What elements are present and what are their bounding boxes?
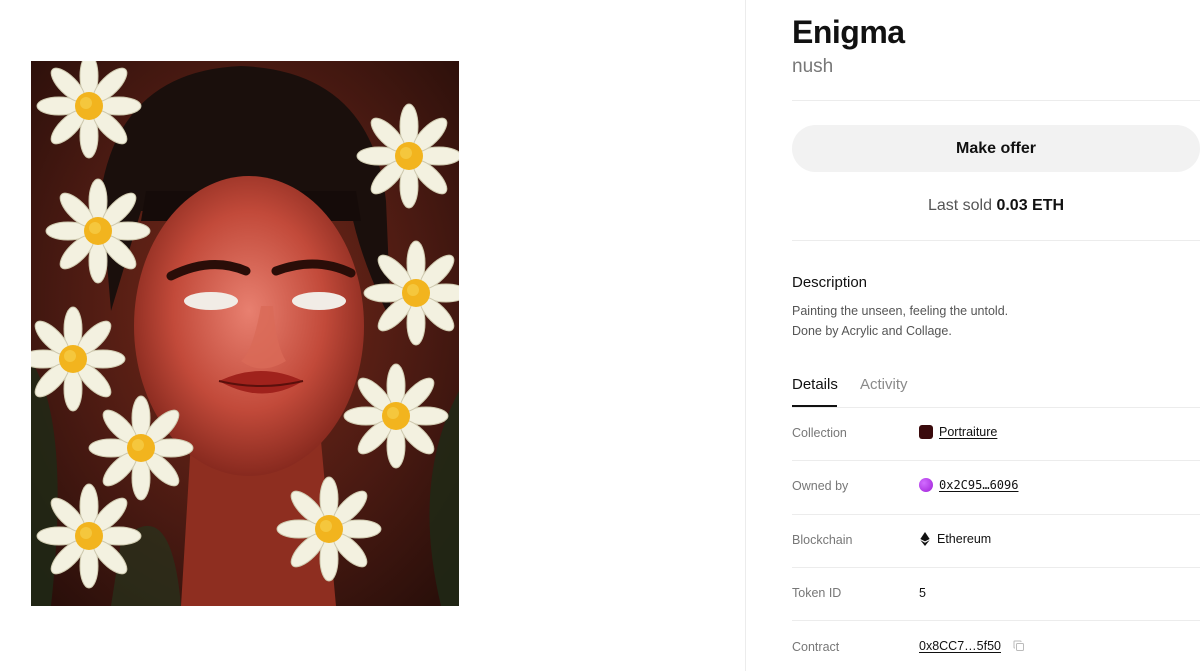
panel-divider bbox=[745, 0, 746, 671]
artwork-panel bbox=[0, 0, 745, 671]
divider bbox=[792, 460, 1200, 461]
divider bbox=[792, 514, 1200, 515]
last-sold-value: 0.03 ETH bbox=[996, 197, 1065, 214]
contract-label: Contract bbox=[792, 640, 840, 654]
item-title: Enigma bbox=[792, 14, 905, 50]
tab-activity[interactable]: Activity bbox=[860, 376, 908, 393]
owner-label: Owned by bbox=[792, 479, 849, 493]
contract-value: 0x8CC7…5f50 bbox=[919, 639, 1025, 653]
divider bbox=[792, 100, 1200, 101]
divider bbox=[792, 407, 1200, 408]
tab-details[interactable]: Details bbox=[792, 376, 838, 393]
last-sold: Last sold 0.03 ETH bbox=[792, 197, 1200, 215]
blockchain-value: Ethereum bbox=[919, 532, 991, 546]
last-sold-label: Last sold bbox=[927, 197, 992, 214]
make-offer-button[interactable]: Make offer bbox=[792, 125, 1200, 172]
portrait-painting bbox=[31, 61, 459, 606]
blockchain-name: Ethereum bbox=[937, 532, 992, 546]
artwork-image[interactable] bbox=[31, 61, 459, 606]
collection-swatch-icon bbox=[919, 425, 933, 439]
collection-label: Collection bbox=[792, 426, 847, 440]
item-details-panel: Enigma nush Make offer Last sold 0.03 ET… bbox=[792, 0, 1200, 671]
owner-avatar-icon bbox=[919, 478, 933, 492]
description-line: Painting the unseen, feeling the untold. bbox=[792, 304, 1009, 318]
collection-link[interactable]: Portraiture bbox=[939, 425, 997, 439]
divider bbox=[792, 240, 1200, 241]
ethereum-icon bbox=[920, 532, 930, 546]
collection-value: Portraiture bbox=[919, 425, 997, 439]
description-heading: Description bbox=[792, 274, 868, 291]
blockchain-label: Blockchain bbox=[792, 533, 853, 547]
copy-icon[interactable] bbox=[1013, 640, 1025, 652]
description-line: Done by Acrylic and Collage. bbox=[792, 324, 952, 338]
owner-address-link[interactable]: 0x2C95…6096 bbox=[939, 478, 1018, 492]
owner-value: 0x2C95…6096 bbox=[919, 478, 1018, 492]
artist-name[interactable]: nush bbox=[792, 56, 833, 78]
divider bbox=[792, 567, 1200, 568]
token-id: 5 bbox=[919, 586, 926, 600]
token-id-value: 5 bbox=[919, 586, 926, 600]
contract-address-link[interactable]: 0x8CC7…5f50 bbox=[919, 639, 1001, 653]
divider bbox=[792, 620, 1200, 621]
token-id-label: Token ID bbox=[792, 586, 842, 600]
